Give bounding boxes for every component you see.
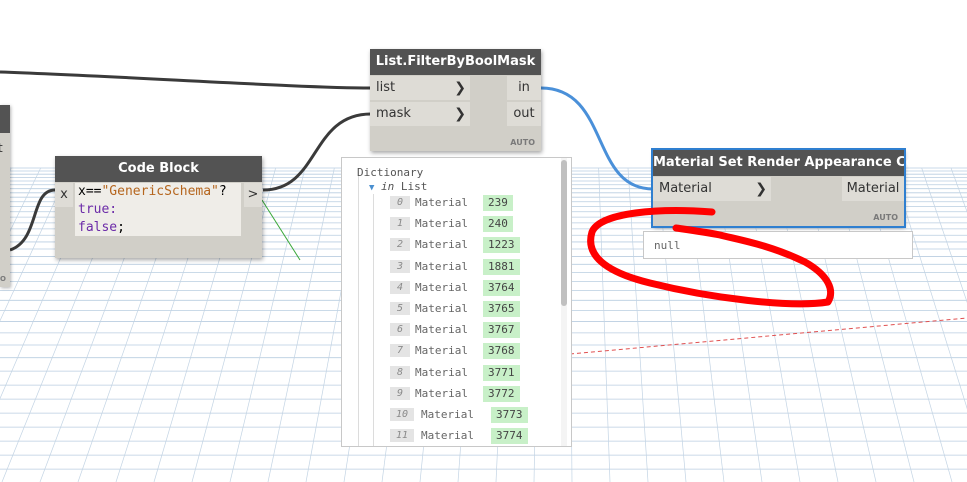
item-index: 9	[390, 386, 410, 400]
item-value: 239	[483, 195, 513, 211]
item-value: 3768	[483, 343, 520, 360]
tree-line	[373, 194, 374, 446]
item-value: 240	[483, 216, 513, 233]
item-index: 5	[390, 302, 410, 315]
lacing-label: AUTO	[873, 213, 898, 222]
preview-list-item: 10 Material 3773	[390, 406, 560, 424]
item-value: 3764	[483, 279, 520, 296]
item-index: 6	[390, 323, 410, 337]
output-port-out[interactable]: out	[507, 102, 541, 126]
item-label: Material	[415, 344, 468, 358]
input-port-x[interactable]: x	[55, 183, 73, 207]
preview-list-item: 3 Material 1881	[390, 258, 560, 276]
item-label: Material	[415, 280, 468, 294]
filter-by-bool-mask-node[interactable]: List.FilterByBoolMask list ❯ mask ❯ in o…	[370, 49, 541, 151]
item-label: Material	[415, 259, 468, 273]
item-value: 1881	[483, 258, 520, 275]
preview-list-item: 9 Material 3772	[390, 385, 560, 403]
output-port-in[interactable]: in	[507, 76, 541, 100]
item-index: 3	[390, 259, 410, 273]
partial-node-lacing: O	[0, 275, 6, 283]
watch-preview-bubble[interactable]: Dictionary ▼ in List 0 Material 239 1 Materi…	[341, 157, 572, 447]
caret-down-icon[interactable]: ▼	[369, 183, 374, 193]
port-label: Material	[659, 181, 712, 196]
item-label: Material	[421, 408, 474, 421]
item-label: Material	[415, 217, 468, 231]
material-set-render-appearance-color-node[interactable]: Material Set Render Appearance Color Mat…	[651, 148, 934, 228]
chevron-right-icon: ❯	[755, 181, 767, 197]
node-title[interactable]: List.FilterByBoolMask	[370, 49, 541, 75]
partial-node-header	[0, 105, 10, 133]
preview-list-item: 2 Material 1223	[390, 236, 560, 254]
tree-line	[358, 176, 359, 446]
item-value: 3773	[491, 407, 528, 423]
preview-branch-key: in	[381, 180, 395, 193]
item-index: 4	[390, 280, 410, 294]
preview-list-item: 5 Material 3765	[390, 300, 560, 318]
preview-list-item: 0 Material 239	[390, 194, 560, 212]
partial-node-port-label: t	[0, 141, 3, 155]
preview-branch-type: List	[400, 180, 428, 193]
item-label: Material	[415, 365, 468, 379]
code-block-node[interactable]: Code Block x x=="GenericSchema"? true: f…	[55, 156, 262, 258]
port-label: mask	[376, 106, 411, 121]
item-value: 3767	[483, 322, 520, 339]
item-label: Material	[415, 323, 468, 337]
input-port-mask[interactable]: mask ❯	[370, 102, 470, 126]
item-label: Material	[415, 196, 468, 209]
item-index: 11	[390, 429, 414, 443]
item-index: 0	[390, 196, 410, 209]
scrollbar-thumb[interactable]	[561, 160, 567, 306]
preview-list-item: 7 Material 3768	[390, 342, 560, 360]
item-index: 7	[390, 344, 410, 358]
preview-list-item: 1 Material 240	[390, 215, 560, 233]
preview-list-item: 8 Material 3771	[390, 364, 560, 382]
input-port-material[interactable]: Material ❯	[653, 177, 771, 201]
preview-list-item: 6 Material 3767	[390, 321, 560, 339]
partial-node-left[interactable]: t O	[0, 105, 10, 287]
item-value: 3774	[491, 428, 528, 445]
code-line-1: x=="GenericSchema"?	[78, 184, 227, 199]
preview-value: null	[654, 239, 681, 252]
node-title[interactable]: Code Block	[55, 156, 262, 182]
node-title[interactable]: Material Set Render Appearance Color	[653, 150, 934, 176]
item-value: 3765	[483, 301, 520, 317]
chevron-right-icon: ❯	[454, 80, 466, 96]
item-index: 10	[390, 408, 414, 421]
code-line-2: true:	[78, 202, 118, 217]
item-value: 1223	[483, 237, 520, 254]
item-index: 2	[390, 238, 410, 252]
code-editor[interactable]: x=="GenericSchema"? true: false;	[75, 183, 241, 236]
preview-list-item: 11 Material 3774	[390, 427, 560, 445]
item-label: Material	[415, 386, 468, 400]
item-value: 3771	[483, 364, 520, 381]
output-port[interactable]: >	[244, 183, 262, 207]
output-port-material[interactable]: Material	[842, 177, 904, 201]
item-label: Material	[421, 429, 474, 443]
item-label: Material	[415, 302, 468, 315]
preview-scrollbar[interactable]	[561, 158, 567, 446]
item-index: 1	[390, 217, 410, 231]
lacing-label: AUTO	[510, 138, 535, 147]
input-port-list[interactable]: list ❯	[370, 76, 470, 100]
port-label: list	[376, 80, 396, 95]
chevron-right-icon: ❯	[454, 106, 466, 122]
item-index: 8	[390, 365, 410, 379]
code-line-3: false;	[78, 220, 125, 235]
item-value: 3772	[483, 385, 520, 402]
node-preview-bubble[interactable]: null	[643, 231, 913, 259]
item-label: Material	[415, 238, 468, 252]
preview-list-item: 4 Material 3764	[390, 279, 560, 297]
